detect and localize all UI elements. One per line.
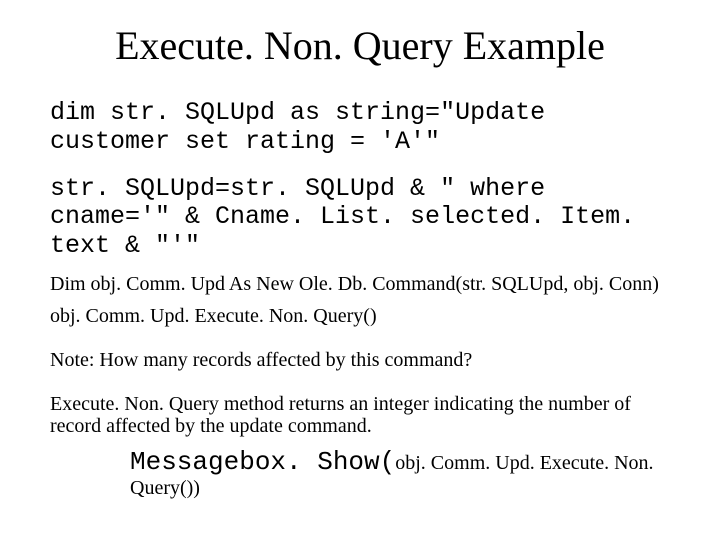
explanation: Execute. Non. Query method returns an in… [50,393,670,437]
code-block-2: str. SQLUpd=str. SQLUpd & " where cname=… [50,175,670,261]
slide: Execute. Non. Query Example dim str. SQL… [0,0,720,540]
messagebox-call: Messagebox. Show( [130,447,395,477]
line-execute: obj. Comm. Upd. Execute. Non. Query() [50,305,670,327]
code-block-1: dim str. SQLUpd as string="Update custom… [50,99,670,157]
messagebox-line: Messagebox. Show(obj. Comm. Upd. Execute… [130,447,670,500]
line-dim-command: Dim obj. Comm. Upd As New Ole. Db. Comma… [50,273,670,295]
note-question: Note: How many records affected by this … [50,349,670,371]
slide-title: Execute. Non. Query Example [50,22,670,69]
